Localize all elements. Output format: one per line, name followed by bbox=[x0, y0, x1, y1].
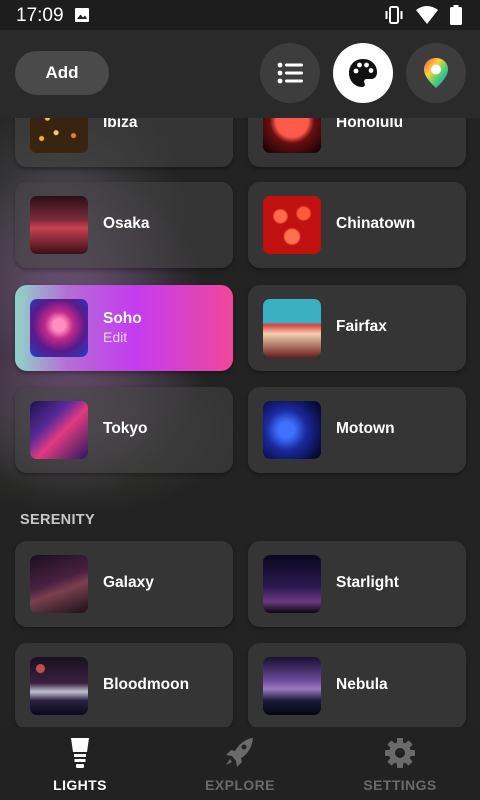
scene-edit-link[interactable]: Edit bbox=[103, 329, 127, 345]
palette-icon bbox=[349, 59, 377, 87]
scene-name: Tokyo bbox=[103, 420, 148, 437]
nav-label: EXPLORE bbox=[205, 777, 275, 793]
section-title-serenity: SERENITY bbox=[20, 512, 95, 528]
scene-name: Bloodmoon bbox=[103, 676, 190, 693]
scene-thumbnail bbox=[30, 657, 88, 715]
gear-icon bbox=[385, 738, 415, 768]
scene-card-osaka[interactable]: Osaka bbox=[15, 182, 233, 268]
scene-thumbnail bbox=[263, 555, 321, 613]
wifi-icon bbox=[416, 6, 438, 24]
rocket-icon bbox=[226, 738, 253, 767]
scene-thumbnail bbox=[263, 657, 321, 715]
scene-card-nebula[interactable]: Nebula bbox=[248, 643, 466, 729]
scene-name: Galaxy bbox=[103, 574, 154, 591]
scene-card-fairfax[interactable]: Fairfax bbox=[248, 285, 466, 371]
scene-card-galaxy[interactable]: Galaxy bbox=[15, 541, 233, 627]
nav-item-explore[interactable]: EXPLORE bbox=[160, 727, 320, 800]
image-icon bbox=[75, 8, 89, 22]
scene-card-bloodmoon[interactable]: Bloodmoon bbox=[15, 643, 233, 729]
scene-thumbnail bbox=[263, 401, 321, 459]
scene-thumbnail bbox=[30, 401, 88, 459]
bulb-icon bbox=[71, 738, 89, 768]
scene-thumbnail bbox=[30, 196, 88, 254]
scene-name: Fairfax bbox=[336, 318, 387, 335]
nav-item-lights[interactable]: LIGHTS bbox=[0, 727, 160, 800]
nav-label: SETTINGS bbox=[363, 777, 437, 793]
nav-item-settings[interactable]: SETTINGS bbox=[320, 727, 480, 800]
scene-card-starlight[interactable]: Starlight bbox=[248, 541, 466, 627]
bottom-navigation: LIGHTS EXPLORE SETTINGS bbox=[0, 727, 480, 800]
scene-thumbnail bbox=[30, 299, 88, 357]
list-icon bbox=[277, 62, 303, 84]
status-time: 17:09 bbox=[16, 5, 64, 26]
scene-thumbnail bbox=[263, 196, 321, 254]
palette-button[interactable] bbox=[333, 43, 393, 103]
list-view-button[interactable] bbox=[260, 43, 320, 103]
map-pin-button[interactable] bbox=[406, 43, 466, 103]
map-pin-icon bbox=[424, 58, 448, 88]
status-bar: 17:09 bbox=[0, 0, 480, 30]
scene-name: Osaka bbox=[103, 215, 150, 232]
scene-thumbnail bbox=[30, 555, 88, 613]
nav-label: LIGHTS bbox=[53, 777, 107, 793]
scene-name: Chinatown bbox=[336, 215, 416, 232]
scene-name: Motown bbox=[336, 420, 395, 437]
vibrate-icon bbox=[385, 6, 403, 24]
scene-thumbnail bbox=[263, 299, 321, 357]
scene-card-tokyo[interactable]: Tokyo bbox=[15, 387, 233, 473]
scene-card-chinatown[interactable]: Chinatown bbox=[248, 182, 466, 268]
scene-name: Starlight bbox=[336, 574, 399, 591]
scene-name: Soho bbox=[103, 310, 142, 327]
battery-icon bbox=[450, 5, 462, 25]
scene-name: Nebula bbox=[336, 676, 388, 693]
scene-card-soho[interactable]: Soho Edit bbox=[15, 285, 233, 371]
add-button[interactable]: Add bbox=[15, 51, 109, 95]
scene-card-motown[interactable]: Motown bbox=[248, 387, 466, 473]
